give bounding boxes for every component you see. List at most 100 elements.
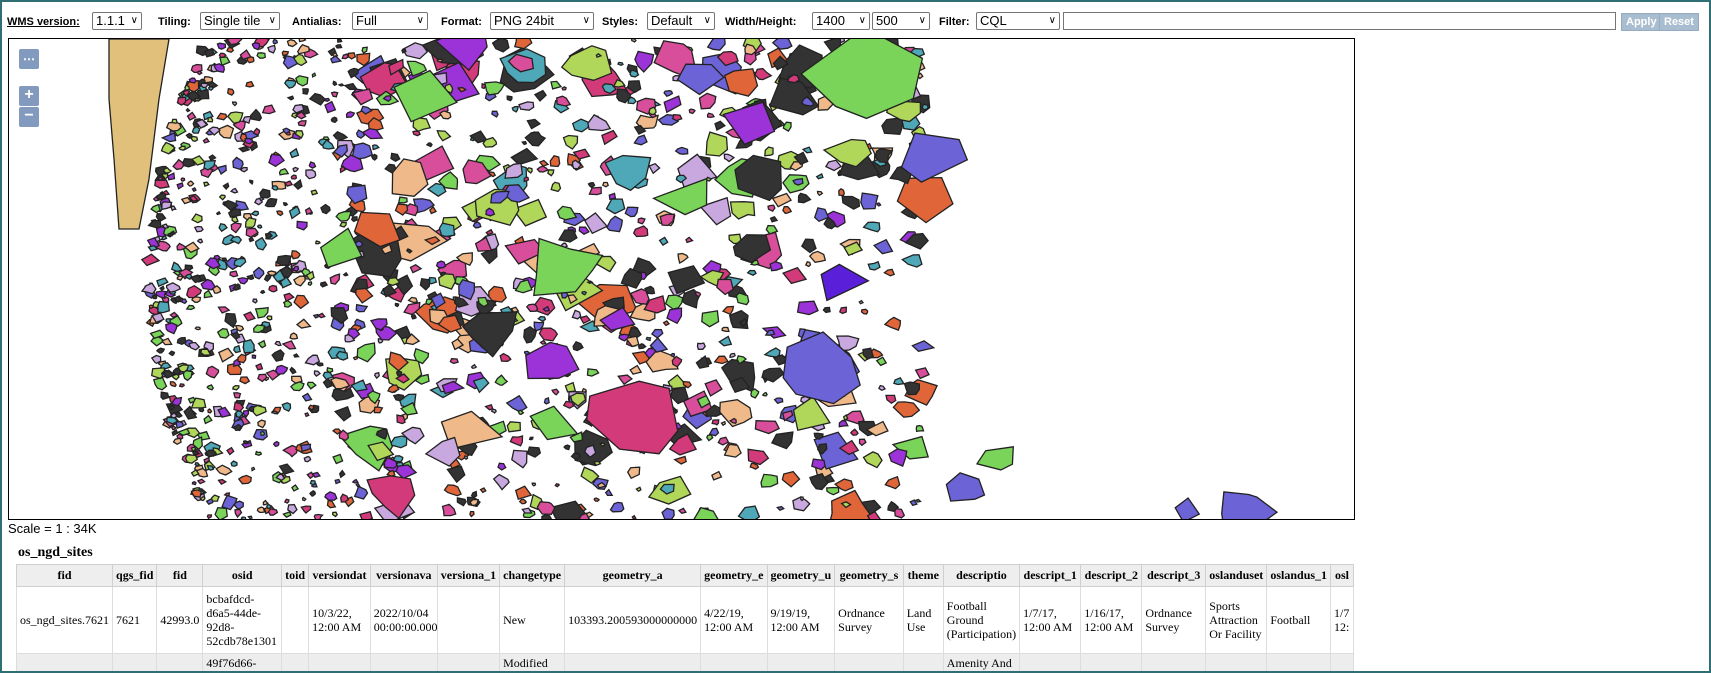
table-cell: 9/19/19, 12:00 AM [766,586,836,654]
map-feature [781,470,801,488]
wms-version-select[interactable]: 1.1.1 ∨ [92,12,142,30]
map-feature [320,203,331,215]
map-feature [841,195,861,210]
map-feature [813,432,824,440]
map-feature [698,92,717,110]
map-feature [286,95,295,101]
map-feature [651,177,708,216]
map-feature [214,507,229,519]
map-feature [254,306,269,319]
map-feature [650,328,664,339]
table-cell: Modified [499,653,566,671]
map-feature [151,294,158,300]
map-feature [801,146,813,154]
pan-menu-icon[interactable]: ⋯ [19,49,39,69]
map-feature [108,39,170,230]
map-feature [268,153,286,168]
styles-select[interactable]: Default ∨ [647,12,715,30]
format-select[interactable]: PNG 24bit ∨ [490,12,594,30]
map-feature [571,309,582,320]
map-feature [394,302,400,308]
map-feature [272,440,280,448]
map-feature [438,222,456,238]
map-feature [526,446,542,458]
map-feature [268,284,278,293]
map-feature [185,132,193,139]
map-feature [172,437,182,446]
map-feature [419,277,431,291]
map-feature [176,275,184,281]
map-feature [472,221,482,229]
height-select[interactable]: 500 ∨ [872,12,930,30]
attribute-table-wrap[interactable]: fid qgs_fid fid osid toid versiondat versionav… [16,564,1354,671]
map-feature [259,430,266,436]
map-feature [764,146,774,157]
map-feature [536,501,556,515]
map-feature [658,236,669,246]
zoom-in-button[interactable]: + [19,86,39,106]
table-row[interactable]: os_ngd_sites.7621 7621 42993.0 bcbafdcd-d6a… [16,586,1354,654]
map-feature [538,159,550,167]
wms-version-label[interactable]: WMS version: [7,13,80,31]
map-feature [191,480,197,486]
map-feature [479,487,487,494]
map-feature [663,90,674,97]
table-cell: Sports Attraction Or Facility [1205,586,1268,654]
map-feature [274,364,289,375]
map-feature [249,108,263,122]
map-feature [222,182,230,190]
map-feature [283,498,290,504]
map-feature [921,103,929,111]
map-feature [911,340,936,353]
map-feature [308,92,327,106]
map-feature [371,144,380,151]
reset-button[interactable]: Reset [1659,13,1699,31]
map-feature [572,341,584,352]
map-feature [767,204,776,213]
map-feature [521,507,533,514]
map-feature [203,181,210,188]
map-feature [518,498,528,505]
filter-type-select[interactable]: CQL ∨ [976,12,1060,30]
map-feature [157,176,164,181]
map-feature [252,266,265,280]
antialias-select[interactable]: Full ∨ [352,12,428,30]
table-row[interactable]: 49f76d66- Modified Amenity And [16,653,1354,671]
map-feature [295,318,312,329]
map-feature [706,39,726,51]
map-feature [688,108,696,115]
map-feature [510,147,539,166]
map-feature [332,80,338,87]
map-feature [533,296,556,316]
map-feature [463,455,469,461]
map-feature [792,177,804,186]
map-feature [587,182,596,189]
map-feature [769,216,779,223]
tiling-select[interactable]: Single tile ∨ [200,12,280,30]
map-feature [242,338,255,354]
map-feature [281,340,297,350]
map-feature [308,161,317,169]
map-feature [252,404,267,417]
map-feature [176,182,184,190]
map-viewport[interactable]: ⋯ + − [8,38,1355,520]
zoom-out-button[interactable]: − [19,107,39,127]
map-feature [217,124,235,139]
table-cell: 10/3/22, 12:00 AM [308,586,371,654]
map-feature [259,188,271,199]
map-feature [194,326,201,331]
map-feature [298,39,307,43]
map-canvas[interactable] [9,39,1354,519]
map-feature [470,363,478,369]
width-select[interactable]: 1400 ∨ [812,12,870,30]
filter-input[interactable] [1063,12,1616,30]
map-feature [292,178,303,190]
map-feature [256,52,267,59]
map-feature [353,485,369,500]
apply-button[interactable]: Apply [1621,13,1662,31]
map-feature [292,166,299,173]
map-feature [180,177,186,182]
map-feature [637,343,647,350]
map-feature [304,412,310,418]
map-feature [512,198,548,227]
